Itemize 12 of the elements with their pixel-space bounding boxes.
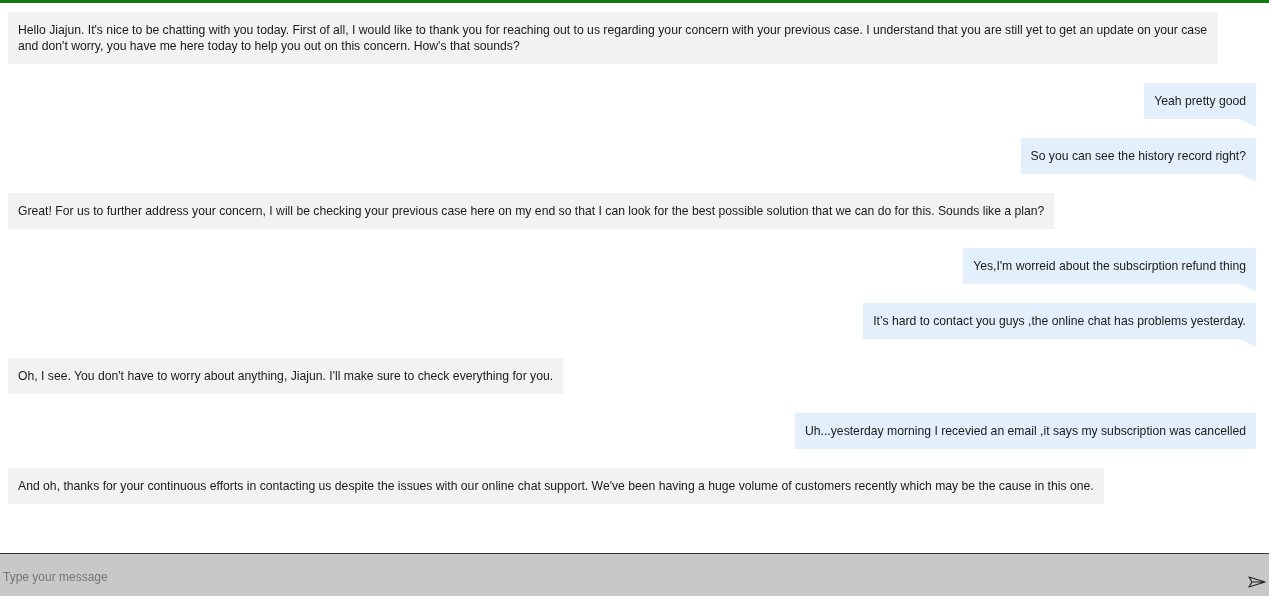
- message-text: Hello Jiajun. It's nice to be chatting with you today. First of all, I would like to thank you for reaching out to us regarding your concern with your previous case. I understand that you are still yet to get an update on your case and don't worry, you have me here today to help you out on this concern. How's that sounds?: [8, 12, 1218, 64]
- message-text: Yes,I'm worreid about the subscirption refund thing: [963, 248, 1256, 284]
- send-icon: [1248, 576, 1266, 588]
- send-button[interactable]: [1242, 553, 1269, 596]
- message-text: And oh, thanks for your continuous efforts in contacting us despite the issues with our online chat support. We've been having a huge volume of customers recently which may be the cause in this one.: [8, 468, 1104, 504]
- message-input-field[interactable]: Type your message: [0, 553, 1242, 596]
- message-text: Yeah pretty good: [1144, 83, 1256, 119]
- message-text: Uh...yesterday morning I recevied an email ,it says my subscription was cancelled: [795, 413, 1256, 449]
- message-text: So you can see the history record right?: [1020, 138, 1256, 174]
- message-text: It’s hard to contact you guys ,the online chat has problems yesterday.: [863, 303, 1256, 339]
- message-text: Great! For us to further address your concern, I will be checking your previous case here on my end so that I can look for the best possible solution that we can do for this. Sounds like a plan?: [8, 193, 1055, 229]
- message-text: Oh, I see. You don't have to worry about anything, Jiajun. I'll make sure to check everything for you.: [8, 358, 564, 394]
